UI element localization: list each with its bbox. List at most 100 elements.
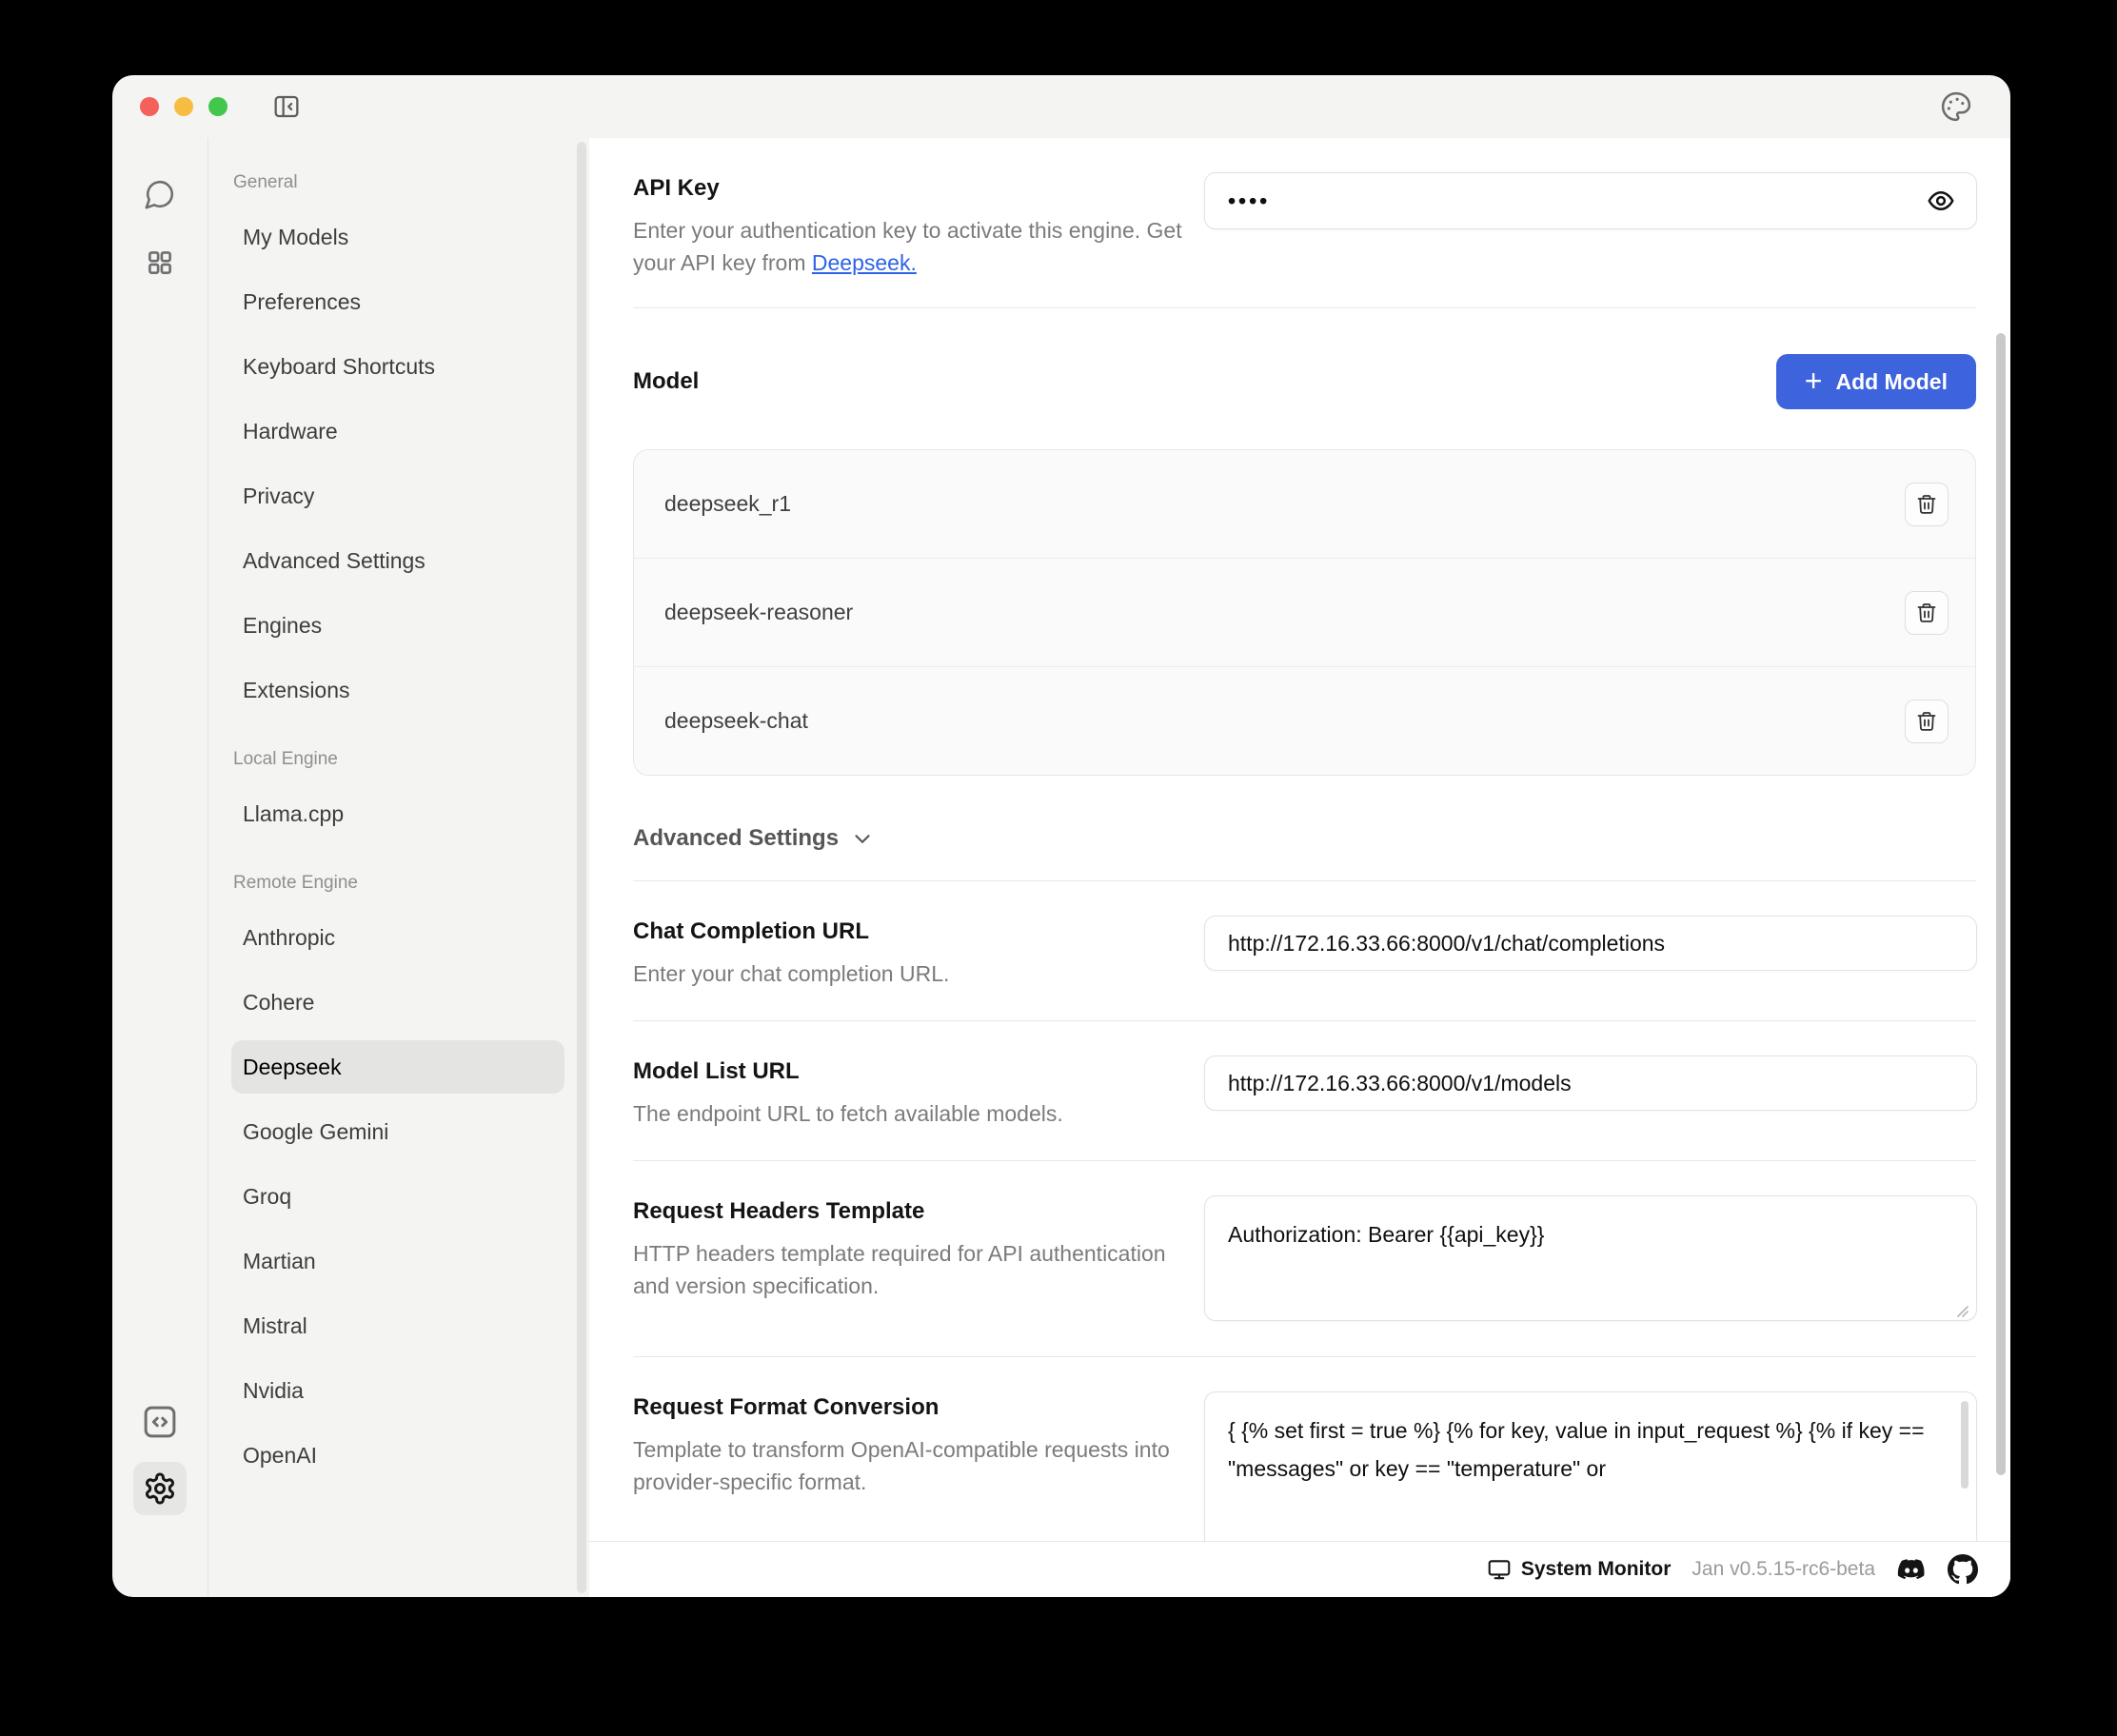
- sidebar-item-advanced-settings[interactable]: Advanced Settings: [231, 534, 564, 587]
- chat-completion-url-title: Chat Completion URL: [633, 916, 1204, 948]
- request-headers-textarea[interactable]: Authorization: Bearer {{api_key}}: [1204, 1195, 1977, 1321]
- add-model-button[interactable]: + Add Model: [1776, 354, 1976, 409]
- minimize-window-button[interactable]: [174, 97, 193, 116]
- discord-icon: [1896, 1554, 1927, 1585]
- chevron-down-icon: [850, 826, 875, 851]
- sidebar-item-keyboard-shortcuts[interactable]: Keyboard Shortcuts: [231, 340, 564, 393]
- palette-icon: [1940, 90, 1972, 123]
- model-list-url-title: Model List URL: [633, 1055, 1204, 1088]
- sidebar-item-deepseek[interactable]: Deepseek: [231, 1040, 564, 1094]
- sidebar-item-anthropic[interactable]: Anthropic: [231, 911, 564, 964]
- sidebar-item-openai[interactable]: OpenAI: [231, 1429, 564, 1482]
- model-name: deepseek_r1: [664, 491, 791, 517]
- model-row: deepseek-reasoner: [634, 559, 1975, 667]
- sidebar-item-mistral[interactable]: Mistral: [231, 1299, 564, 1352]
- request-format-title: Request Format Conversion: [633, 1391, 1204, 1424]
- add-model-button-label: Add Model: [1835, 369, 1948, 395]
- delete-model-button[interactable]: [1905, 483, 1949, 526]
- request-headers-description: HTTP headers template required for API a…: [633, 1237, 1204, 1302]
- titlebar: [112, 75, 2010, 138]
- settings-nav-sidebar: General My Models Preferences Keyboard S…: [208, 138, 589, 1597]
- eye-icon: [1927, 187, 1955, 215]
- advanced-settings-toggle[interactable]: Advanced Settings: [633, 825, 1976, 880]
- chat-completion-url-section: Chat Completion URL Enter your chat comp…: [633, 881, 1976, 1020]
- monitor-icon: [1487, 1557, 1512, 1582]
- section-label-remote-engine: Remote Engine: [233, 873, 564, 894]
- trash-icon: [1915, 493, 1938, 516]
- rail-settings-button[interactable]: [133, 1462, 187, 1515]
- model-section-header: Model + Add Model: [633, 354, 1976, 409]
- system-monitor-button[interactable]: System Monitor: [1487, 1557, 1672, 1582]
- chat-completion-url-description: Enter your chat completion URL.: [633, 957, 1204, 990]
- textarea-scrollbar[interactable]: [1961, 1401, 1969, 1489]
- api-key-section: API Key Enter your authentication key to…: [633, 172, 1976, 307]
- chat-completion-url-input[interactable]: [1204, 916, 1977, 971]
- sidebar-item-extensions[interactable]: Extensions: [231, 663, 564, 717]
- app-version: Jan v0.5.15-rc6-beta: [1692, 1558, 1875, 1581]
- status-bar: System Monitor Jan v0.5.15-rc6-beta: [589, 1541, 2010, 1597]
- api-key-title: API Key: [633, 172, 1204, 205]
- main-panel: API Key Enter your authentication key to…: [589, 138, 2010, 1597]
- plus-icon: +: [1805, 365, 1823, 396]
- sidebar-item-hardware[interactable]: Hardware: [231, 404, 564, 458]
- chat-icon: [144, 178, 176, 210]
- collapse-sidebar-icon: [271, 91, 302, 122]
- api-key-input[interactable]: [1204, 172, 1977, 229]
- delete-model-button[interactable]: [1905, 591, 1949, 635]
- model-list-url-section: Model List URL The endpoint URL to fetch…: [633, 1021, 1976, 1160]
- request-format-section: Request Format Conversion Template to tr…: [633, 1357, 1976, 1541]
- rail-chat-button[interactable]: [137, 171, 183, 217]
- sidebar-item-groq[interactable]: Groq: [231, 1170, 564, 1223]
- delete-model-button[interactable]: [1905, 700, 1949, 743]
- app-window: General My Models Preferences Keyboard S…: [112, 75, 2010, 1597]
- section-label-local-engine: Local Engine: [233, 749, 564, 770]
- rail-local-api-button[interactable]: [137, 1399, 183, 1445]
- discord-button[interactable]: [1896, 1554, 1927, 1585]
- request-headers-section: Request Headers Template HTTP headers te…: [633, 1161, 1976, 1356]
- model-list-url-input[interactable]: [1204, 1055, 1977, 1111]
- model-name: deepseek-reasoner: [664, 600, 853, 625]
- section-label-general: General: [233, 172, 564, 193]
- traffic-lights: [140, 97, 228, 116]
- sidebar-item-privacy[interactable]: Privacy: [231, 469, 564, 523]
- sidebar-scrollbar[interactable]: [577, 142, 586, 1593]
- trash-icon: [1915, 710, 1938, 733]
- resize-handle-icon[interactable]: [1954, 1303, 1969, 1318]
- sidebar-item-preferences[interactable]: Preferences: [231, 275, 564, 328]
- sidebar-item-martian[interactable]: Martian: [231, 1234, 564, 1288]
- github-button[interactable]: [1948, 1554, 1978, 1585]
- model-row: deepseek_r1: [634, 450, 1975, 559]
- sidebar-item-google-gemini[interactable]: Google Gemini: [231, 1105, 564, 1158]
- deepseek-link[interactable]: Deepseek.: [812, 250, 917, 275]
- sidebar-item-cohere[interactable]: Cohere: [231, 976, 564, 1029]
- model-row: deepseek-chat: [634, 667, 1975, 775]
- content-scrollbar[interactable]: [1996, 333, 2006, 1475]
- reveal-api-key-button[interactable]: [1926, 186, 1956, 216]
- close-window-button[interactable]: [140, 97, 159, 116]
- sidebar-item-my-models[interactable]: My Models: [231, 210, 564, 264]
- rail-hub-button[interactable]: [137, 240, 183, 286]
- model-name: deepseek-chat: [664, 708, 808, 734]
- divider: [633, 307, 1976, 308]
- model-list-url-description: The endpoint URL to fetch available mode…: [633, 1097, 1204, 1130]
- github-icon: [1948, 1554, 1978, 1585]
- trash-icon: [1915, 602, 1938, 624]
- model-list: deepseek_r1 deepsee: [633, 449, 1976, 776]
- zoom-window-button[interactable]: [208, 97, 228, 116]
- local-api-server-icon: [140, 1402, 180, 1442]
- advanced-settings-toggle-label: Advanced Settings: [633, 825, 839, 852]
- api-key-description: Enter your authentication key to activat…: [633, 214, 1204, 279]
- deepseek-settings-content: API Key Enter your authentication key to…: [589, 138, 2010, 1541]
- sidebar-item-nvidia[interactable]: Nvidia: [231, 1364, 564, 1417]
- sidebar-item-engines[interactable]: Engines: [231, 599, 564, 652]
- request-format-description: Template to transform OpenAI-compatible …: [633, 1433, 1204, 1498]
- model-title: Model: [633, 365, 699, 398]
- collapse-sidebar-button[interactable]: [269, 89, 304, 124]
- system-monitor-label: System Monitor: [1521, 1558, 1672, 1581]
- icon-rail: [112, 138, 208, 1597]
- theme-palette-button[interactable]: [1937, 88, 1975, 126]
- settings-gear-icon: [143, 1471, 177, 1506]
- hub-grid-icon: [146, 248, 174, 277]
- request-format-textarea[interactable]: { {% set first = true %} {% for key, val…: [1204, 1391, 1977, 1541]
- sidebar-item-llama-cpp[interactable]: Llama.cpp: [231, 787, 564, 840]
